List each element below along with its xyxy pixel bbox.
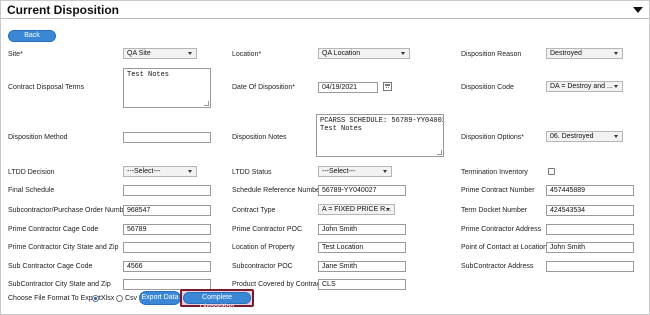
disposition-method-label: Disposition Method — [8, 134, 68, 141]
chevron-down-icon — [188, 170, 192, 173]
point-of-contact-at-location-label: Point of Contact at Location — [461, 244, 547, 251]
file-format-label: Choose File Format To Export: — [8, 295, 103, 302]
csv-radio[interactable] — [116, 295, 123, 302]
site-value: QA Site — [127, 50, 151, 57]
panel-header[interactable]: Current Disposition — [1, 1, 649, 19]
prime-contractor-city-state-zip-input[interactable] — [123, 242, 211, 253]
product-covered-by-contract-label: Product Covered by Contract — [232, 281, 323, 288]
contract-disposal-terms-textarea[interactable]: Test Notes — [123, 68, 211, 108]
back-button[interactable]: Back — [8, 30, 56, 42]
resize-grip-icon[interactable] — [437, 150, 442, 155]
disposition-code-value: DA = Destroy and ... — [550, 83, 613, 90]
chevron-down-icon — [614, 135, 618, 138]
chevron-down-icon — [401, 52, 405, 55]
subcontractor-po-number-label: Subcontractor/Purchase Order Number — [8, 207, 130, 214]
subcontractor-address-label: SubContractor Address — [461, 263, 534, 270]
export-data-button[interactable]: Export Data — [139, 291, 181, 305]
complete-disposition-button[interactable]: Complete Disposition — [183, 292, 251, 311]
disposition-method-input[interactable] — [123, 132, 211, 143]
date-of-disposition-input[interactable]: 04/19/2021 — [318, 82, 378, 93]
contract-type-select[interactable]: A = FIXED PRICE R... — [318, 204, 395, 215]
location-select[interactable]: QA Location — [318, 48, 410, 59]
disposition-notes-value: PCARSS SCHEDULE: 56789-YY040027 Test Not… — [320, 117, 443, 133]
contract-type-label: Contract Type — [232, 207, 276, 214]
subcontractor-poc-label: Subcontractor POC — [232, 263, 293, 270]
subcontractor-poc-input[interactable]: Jane Smith — [318, 261, 406, 272]
page-title: Current Disposition — [7, 3, 120, 17]
prime-contractor-address-input[interactable] — [546, 224, 634, 235]
collapse-caret-icon[interactable] — [633, 7, 643, 13]
product-covered-by-contract-input[interactable]: CLS — [318, 279, 406, 290]
term-docket-number-label: Term Docket Number — [461, 207, 528, 214]
disposition-reason-label: Disposition Reason — [461, 51, 522, 58]
schedule-reference-number-input[interactable]: 56789-YY040027 — [318, 185, 406, 196]
prime-contractor-cage-code-input[interactable]: 56789 — [123, 224, 211, 235]
chevron-down-icon — [386, 208, 390, 211]
location-label: Location* — [232, 51, 262, 58]
ltdd-decision-value: ---Select--- — [127, 168, 161, 175]
sub-contractor-cage-code-label: Sub Contractor Cage Code — [8, 263, 93, 270]
ltdd-decision-select[interactable]: ---Select--- — [123, 166, 197, 177]
date-of-disposition-label: Date Of Disposition* — [232, 84, 296, 91]
csv-label: Csv — [125, 295, 138, 302]
site-label: Site* — [8, 51, 23, 58]
final-schedule-input[interactable] — [123, 185, 211, 196]
ltdd-status-select[interactable]: ---Select--- — [318, 166, 392, 177]
contract-disposal-terms-value: Test Notes — [127, 71, 170, 79]
chevron-down-icon — [188, 52, 192, 55]
contract-type-value: A = FIXED PRICE R... — [322, 206, 392, 213]
final-schedule-label: Final Schedule — [8, 187, 55, 194]
prime-contractor-city-state-zip-label: Prime Contractor City State and Zip — [8, 244, 119, 251]
ltdd-decision-label: LTDD Decision — [8, 169, 55, 176]
disposition-reason-select[interactable]: Destroyed — [546, 48, 623, 59]
chevron-down-icon — [383, 170, 387, 173]
subcontractor-po-number-input[interactable]: 968547 — [123, 205, 211, 216]
subcontractor-address-input[interactable] — [546, 261, 634, 272]
disposition-options-select[interactable]: 06. Destroyed — [546, 131, 623, 142]
sub-contractor-cage-code-input[interactable]: 4566 — [123, 261, 211, 272]
prime-contractor-poc-input[interactable]: John Smith — [318, 224, 406, 235]
schedule-reference-number-label: Schedule Reference Number — [232, 187, 323, 194]
resize-grip-icon[interactable] — [204, 101, 209, 106]
prime-contractor-cage-code-label: Prime Contractor Cage Code — [8, 226, 99, 233]
ltdd-status-value: ---Select--- — [322, 168, 356, 175]
disposition-options-label: Disposition Options* — [461, 134, 525, 141]
disposition-notes-label: Disposition Notes — [232, 134, 287, 141]
point-of-contact-at-location-input[interactable]: John Smith — [546, 242, 634, 253]
disposition-code-label: Disposition Code — [461, 84, 514, 91]
calendar-icon[interactable] — [383, 82, 392, 91]
disposition-notes-textarea[interactable]: PCARSS SCHEDULE: 56789-YY040027 Test Not… — [316, 114, 444, 157]
disposition-reason-value: Destroyed — [550, 50, 582, 57]
ltdd-status-label: LTDD Status — [232, 169, 272, 176]
location-of-property-label: Location of Property — [232, 244, 295, 251]
prime-contractor-address-label: Prime Contractor Address — [461, 226, 542, 233]
site-select[interactable]: QA Site — [123, 48, 197, 59]
termination-inventory-checkbox[interactable] — [548, 168, 555, 175]
disposition-options-value: 06. Destroyed — [550, 133, 594, 140]
complete-disposition-highlight: Complete Disposition — [180, 289, 254, 311]
location-value: QA Location — [322, 50, 361, 57]
termination-inventory-label: Termination Inventory — [461, 169, 528, 176]
prime-contractor-poc-label: Prime Contractor POC — [232, 226, 303, 233]
contract-disposal-terms-label: Contract Disposal Terms — [8, 84, 85, 91]
prime-contract-number-label: Prime Contract Number — [461, 187, 535, 194]
xlsx-label: Xlsx — [101, 295, 115, 302]
location-of-property-input[interactable]: Test Location — [318, 242, 406, 253]
term-docket-number-input[interactable]: 424543534 — [546, 205, 634, 216]
chevron-down-icon — [614, 85, 618, 88]
prime-contract-number-input[interactable]: 457445889 — [546, 185, 634, 196]
chevron-down-icon — [614, 52, 618, 55]
subcontractor-city-state-zip-label: SubContractor City State and Zip — [8, 281, 111, 288]
disposition-code-select[interactable]: DA = Destroy and ... — [546, 81, 623, 92]
xlsx-radio[interactable] — [92, 295, 99, 302]
